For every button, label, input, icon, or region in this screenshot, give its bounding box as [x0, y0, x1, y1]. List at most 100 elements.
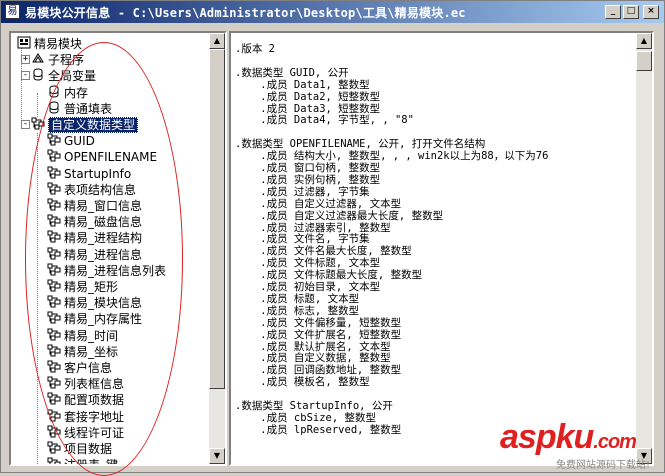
scroll-thumb[interactable] [636, 51, 652, 71]
code-scrollbar[interactable]: ▲ ▼ [636, 33, 652, 464]
code-line: .成员 文件偏移量, 短整数型 [235, 316, 402, 329]
datatype-icon [47, 263, 61, 280]
title-bar[interactable]: 易 易模块公开信息 - C:\Users\Administrator\Deskt… [1, 1, 664, 23]
code-line: .成员 初始目录, 文本型 [235, 281, 381, 293]
tree-node-label: 全局变量 [48, 69, 97, 84]
tree-node[interactable]: 精易_进程信息 [47, 247, 142, 262]
tree-node-label: 客户信息 [64, 361, 113, 375]
tree-node-label: 自定义数据类型 [48, 117, 139, 133]
close-button[interactable]: × [643, 5, 659, 19]
scroll-down-button[interactable]: ▼ [209, 448, 225, 464]
tree-node[interactable]: 内存 [47, 85, 88, 100]
tree-node-label: 配置项数据 [64, 393, 125, 408]
datatype-icon [47, 182, 61, 199]
scroll-thumb[interactable] [209, 49, 225, 389]
tree-node[interactable]: 精易_进程结构 [47, 230, 142, 245]
tree-node[interactable]: 注册表_键 [47, 457, 119, 466]
tree-node-label: 内存 [64, 85, 89, 100]
code-line: .成员 模板名, 整数型 [235, 376, 370, 389]
tree-node-label: 普通填表 [64, 101, 113, 116]
tree-node[interactable]: 精易_模块信息 [47, 295, 142, 310]
tree-node[interactable]: 项目数据 [47, 441, 112, 456]
datatype-folder-icon [31, 117, 45, 134]
tree-node-label: 线程许可证 [64, 425, 125, 440]
global-var-icon [31, 68, 45, 85]
tree-node[interactable]: 精易_矩形 [47, 279, 118, 294]
tree-node-label: 精易_磁盘信息 [64, 215, 143, 230]
maximize-button[interactable]: □ [623, 5, 639, 19]
tree-node-label: 列表框信息 [64, 377, 125, 392]
window-title: 易模块公开信息 - C:\Users\Administrator\Desktop… [25, 6, 466, 20]
tree-node-label: 精易_内存属性 [64, 312, 143, 327]
tree-node[interactable]: GUID [47, 133, 95, 148]
code-line: .成员 文件扩展名, 短整数型 [235, 328, 402, 341]
code-line: .成员 文件标题最大长度, 整数型 [235, 269, 423, 282]
code-line: .成员 文件名, 字节集 [235, 233, 370, 246]
datatype-icon [47, 392, 61, 409]
datatype-icon [47, 311, 61, 328]
watermark-brand: aspku [500, 418, 594, 456]
datatype-icon [47, 457, 61, 464]
tree-node[interactable]: 精易_坐标 [47, 344, 118, 359]
tree-node[interactable]: 精易模块 [17, 36, 82, 51]
code-view[interactable]: .版本 2 .数据类型 GUID, 公开 .成员 Data1, 整数型 .成员 D… [229, 31, 654, 466]
expand-button[interactable]: + [21, 55, 30, 65]
tree-node[interactable]: OPENFILENAME [47, 149, 157, 164]
var-icon [47, 101, 61, 118]
tree-node[interactable]: 子程序 [31, 52, 84, 67]
app-icon: 易 [5, 4, 20, 19]
tree-node[interactable]: 套接字地址 [47, 409, 124, 424]
scroll-up-button[interactable]: ▲ [636, 33, 652, 49]
tree-node[interactable]: 表项结构信息 [47, 182, 136, 197]
code-line: .成员 自定义过滤器, 文本型 [235, 197, 402, 210]
code-line: .成员 自定义数据, 整数型 [235, 352, 391, 365]
tree-node-label: 精易_时间 [64, 328, 119, 343]
tree-node-label: OPENFILENAME [64, 150, 158, 165]
tree-node[interactable]: 精易_内存属性 [47, 311, 142, 326]
tree-scrollbar[interactable]: ▲ ▼ [209, 33, 225, 464]
tree-node-label: 精易_窗口信息 [64, 199, 143, 213]
collapse-button[interactable]: - [21, 120, 30, 129]
code-line: .成员 自定义过滤器最大长度, 整数型 [235, 209, 444, 222]
code-line: .成员 标志, 整数型 [235, 304, 360, 317]
tree-guide-line [37, 93, 38, 117]
minimize-button[interactable]: _ [605, 5, 621, 19]
tree-node[interactable]: 精易_磁盘信息 [47, 214, 142, 229]
code-line: .数据类型 OPENFILENAME, 公开, 打开文件名结构 [235, 138, 486, 151]
tree-node[interactable]: 精易_窗口信息 [47, 198, 142, 213]
datatype-icon [47, 328, 61, 345]
tree-node[interactable]: 精易_时间 [47, 328, 118, 343]
datatype-icon [47, 360, 61, 377]
datatype-icon [47, 214, 61, 231]
tree-node[interactable]: 列表框信息 [47, 376, 124, 391]
tree-node-label: GUID [64, 134, 95, 149]
datatype-icon [47, 344, 61, 361]
code-line: .成员 标题, 文本型 [235, 292, 360, 305]
code-line: .成员 过滤器, 字节集 [235, 185, 370, 198]
tree-node[interactable]: 普通填表 [47, 101, 112, 116]
tree-node[interactable]: 线程许可证 [47, 425, 124, 440]
var-icon [47, 85, 61, 102]
tree-node[interactable]: 精易_进程信息列表 [47, 263, 166, 278]
tree-node[interactable]: 全局变量 [31, 68, 96, 83]
datatype-icon [47, 133, 61, 150]
tree-node-label: 精易_进程信息 [64, 247, 143, 262]
tree-view[interactable]: 精易模块 + 子程序 - 全局变量 内存 普通填表 - 自定义数据类型 GUID OPENFILEN… [9, 31, 227, 466]
tree-node-label: 精易模块 [34, 37, 83, 51]
tree-node-label: 子程序 [48, 53, 85, 68]
tree-node[interactable]: StartupInfo [47, 166, 131, 181]
datatype-icon [47, 247, 61, 264]
tree-node-label: 注册表_键 [64, 458, 119, 466]
datatype-icon [47, 376, 61, 393]
scroll-up-button[interactable]: ▲ [209, 33, 225, 49]
tree-node-label: 精易_模块信息 [64, 296, 143, 311]
tree-node-label: 精易_进程信息列表 [64, 263, 167, 278]
code-line: .成员 Data4, 字节型, , "8" [235, 114, 414, 127]
collapse-button[interactable]: - [21, 71, 30, 81]
datatype-icon [47, 279, 61, 296]
tree-node-label: 精易_进程结构 [64, 231, 143, 246]
datatype-icon [47, 425, 61, 442]
tree-node[interactable]: 客户信息 [47, 360, 112, 375]
tree-node[interactable]: 自定义数据类型 [31, 117, 139, 134]
tree-node[interactable]: 配置项数据 [47, 392, 124, 407]
